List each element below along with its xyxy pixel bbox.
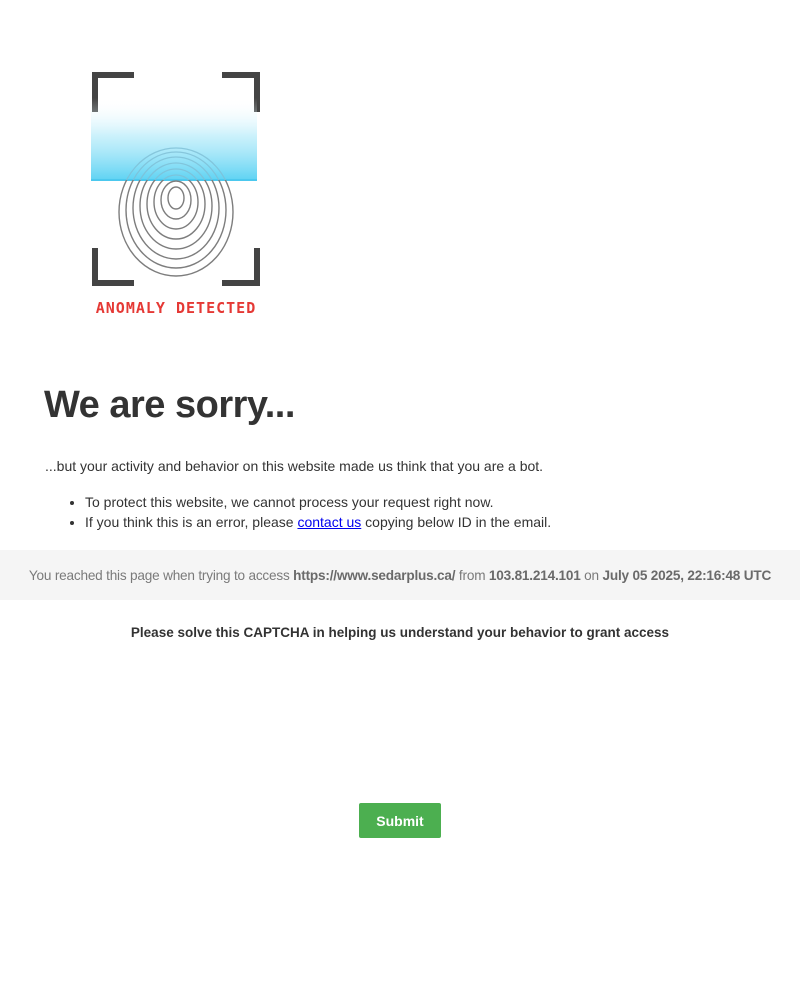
from-label: from — [455, 567, 489, 583]
list-item-text: If you think this is an error, please — [85, 514, 298, 530]
access-prefix: You reached this page when trying to acc… — [28, 567, 294, 583]
submit-button[interactable]: Submit — [359, 803, 441, 838]
anomaly-logo: ANOMALY DETECTED — [88, 68, 268, 320]
info-list: To protect this website, we cannot proce… — [45, 492, 551, 532]
page-title: We are sorry... — [44, 384, 295, 426]
intro-text: ...but your activity and behavior on thi… — [45, 458, 544, 474]
list-item-text: copying below ID in the email. — [361, 514, 552, 530]
ip-address: 103.81.214.101 — [488, 567, 581, 583]
list-item-text: To protect this website, we cannot proce… — [85, 494, 494, 510]
contact-us-link[interactable]: contact us — [297, 514, 361, 530]
captcha-instruction: Please solve this CAPTCHA in helping us … — [130, 625, 670, 640]
on-label: on — [580, 567, 603, 583]
access-url: https://www.sedarplus.ca/ — [293, 567, 456, 583]
list-item: To protect this website, we cannot proce… — [85, 492, 551, 512]
access-info-bar: You reached this page when trying to acc… — [0, 550, 800, 600]
list-item: If you think this is an error, please co… — [85, 512, 551, 532]
access-timestamp: July 05 2025, 22:16:48 UTC — [602, 567, 772, 583]
fingerprint-scan-icon: ANOMALY DETECTED — [91, 72, 260, 317]
logo-caption: ANOMALY DETECTED — [96, 299, 257, 317]
